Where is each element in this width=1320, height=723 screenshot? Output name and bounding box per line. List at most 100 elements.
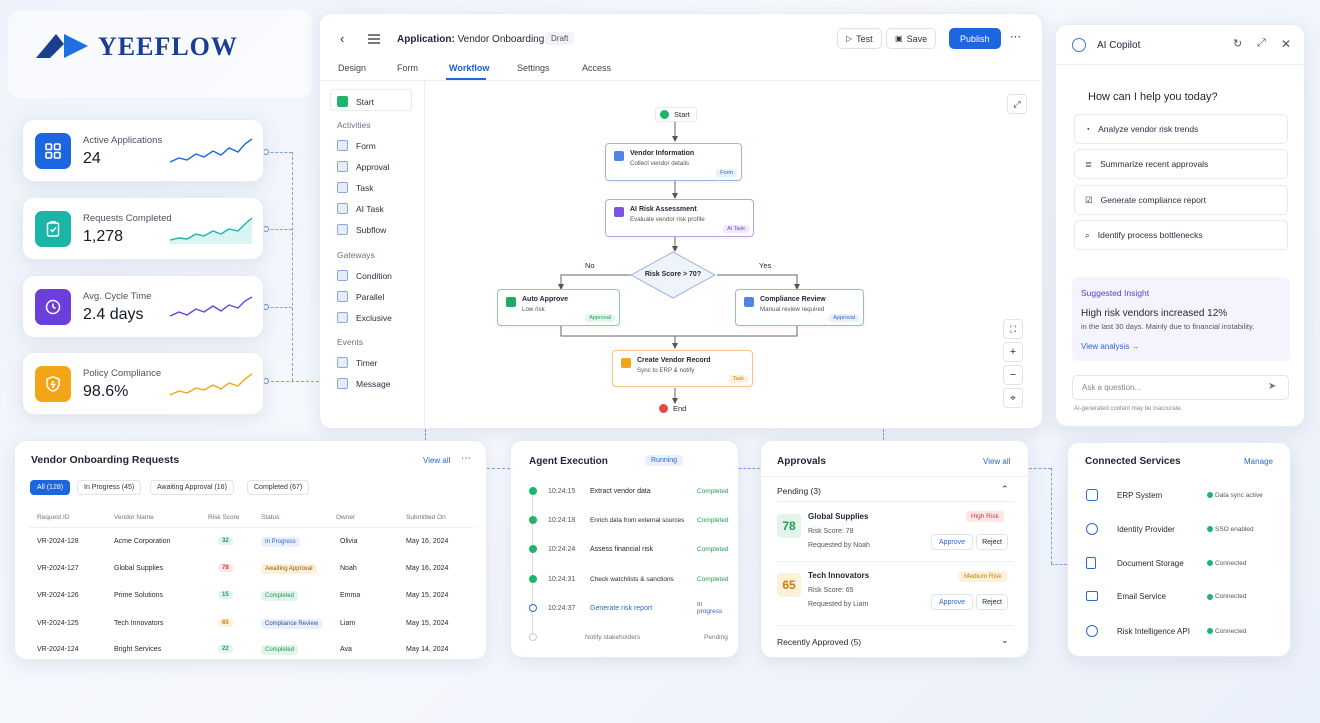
palette-item-task[interactable]: Task xyxy=(337,182,373,193)
flow-node-auto-approve[interactable]: Auto Approve Low risk Approval xyxy=(497,289,620,326)
status-badge: Awaiting Approval xyxy=(261,564,317,574)
kpi-requests-completed[interactable]: Requests Completed 1,278 xyxy=(22,197,264,260)
palette-label: Start xyxy=(356,96,374,107)
approval-name: Global Supplies xyxy=(808,512,869,521)
service-document-storage[interactable]: Document Storage Connected xyxy=(1086,557,1246,569)
approval-requester: Requested by Noah xyxy=(808,542,870,549)
service-email[interactable]: Email Service Connected xyxy=(1086,591,1246,601)
refresh-icon[interactable]: ↻ xyxy=(1233,37,1242,50)
suggestion-compliance-report[interactable]: ☑ Generate compliance report xyxy=(1074,185,1288,215)
more-icon[interactable]: ⋯ xyxy=(1010,30,1021,43)
globe-icon xyxy=(1086,625,1098,637)
kpi-active-applications[interactable]: Active Applications 24 xyxy=(22,119,264,182)
status-dot xyxy=(1207,492,1213,498)
save-button[interactable]: ▣ Save xyxy=(886,28,937,49)
service-status: Connected xyxy=(1215,559,1247,567)
play-icon xyxy=(337,96,348,107)
reject-button[interactable]: Reject xyxy=(976,594,1008,610)
more-icon[interactable]: ⋯ xyxy=(461,453,471,464)
back-arrow-icon[interactable]: ‹ xyxy=(340,31,344,46)
tab-form[interactable]: Form xyxy=(397,63,418,73)
palette-section-gateways: Gateways xyxy=(337,250,375,260)
flow-node-vendor-information[interactable]: Vendor Information Collect vendor detail… xyxy=(605,143,742,181)
service-risk-intelligence-api[interactable]: Risk Intelligence API Connected xyxy=(1086,625,1246,637)
flow-node-compliance-review[interactable]: Compliance Review Manual review required… xyxy=(735,289,864,326)
filter-all[interactable]: All (128) xyxy=(30,480,71,495)
kpi-policy-compliance[interactable]: Policy Compliance 98.6% xyxy=(22,352,264,415)
chevron-up-icon[interactable]: ⌃ xyxy=(1001,484,1009,495)
branch-no-label: No xyxy=(585,261,595,270)
decision-label: Risk Score > 70? xyxy=(644,271,702,278)
filter-awaiting-approval[interactable]: Awaiting Approval (16) xyxy=(150,480,234,495)
cell-request-id: VR-2024-128 xyxy=(37,538,79,545)
palette-item-form[interactable]: Form xyxy=(337,140,376,151)
reject-button[interactable]: Reject xyxy=(976,534,1008,550)
condition-icon xyxy=(337,270,348,281)
palette-item-message[interactable]: Message xyxy=(337,378,391,389)
ask-question-input[interactable]: Ask a question... xyxy=(1082,383,1141,392)
risk-score-badge: 32 xyxy=(218,537,233,545)
approvals-card: Approvals View all Pending (3) ⌃ 78 Glob… xyxy=(760,440,1030,658)
test-button[interactable]: ▷ Test xyxy=(837,28,882,49)
expand-icon[interactable]: ⤢ xyxy=(1257,37,1266,50)
kpi-avg-cycle-time[interactable]: Avg. Cycle Time 2.4 days xyxy=(22,275,264,338)
service-identity-provider[interactable]: Identity Provider SSO enabled xyxy=(1086,523,1254,535)
suggestion-summarize-approvals[interactable]: ≣ Summarize recent approvals xyxy=(1074,149,1288,179)
palette-item-start[interactable]: Start xyxy=(337,96,374,107)
center-view-icon[interactable]: ⌖ xyxy=(1003,388,1023,408)
tab-settings[interactable]: Settings xyxy=(517,63,550,73)
zoom-out-icon[interactable]: − xyxy=(1003,365,1023,385)
tab-access[interactable]: Access xyxy=(582,63,611,73)
approve-button[interactable]: Approve xyxy=(931,534,973,550)
save-icon: ▣ xyxy=(895,34,903,43)
approve-button[interactable]: Approve xyxy=(931,594,973,610)
agent-step: 10:24:18 Enrich data from external source… xyxy=(529,516,728,524)
palette-item-ai-task[interactable]: AI Task xyxy=(337,203,384,214)
status-dot xyxy=(1207,628,1213,634)
palette-section-activities: Activities xyxy=(337,120,371,130)
fit-view-icon[interactable]: ⛶ xyxy=(1003,319,1023,339)
flow-decision-node[interactable]: Risk Score > 70? xyxy=(630,251,716,299)
chevron-down-icon[interactable]: ⌄ xyxy=(1001,635,1009,646)
flow-node-ai-risk-assessment[interactable]: AI Risk Assessment Evaluate vendor risk … xyxy=(605,199,754,237)
tab-design[interactable]: Design xyxy=(338,63,366,73)
view-all-link[interactable]: View all xyxy=(423,456,450,465)
view-analysis-link[interactable]: View analysis → xyxy=(1081,342,1140,351)
ai-task-icon xyxy=(337,203,348,214)
zoom-in-icon[interactable]: + xyxy=(1003,342,1023,362)
view-all-link[interactable]: View all xyxy=(983,457,1010,466)
copilot-title: AI Copilot xyxy=(1097,40,1141,51)
suggestion-analyze-risk[interactable]: ◔ Analyze vendor risk trends xyxy=(1074,114,1288,144)
item-divider xyxy=(777,561,1014,562)
flow-start-node[interactable]: Start xyxy=(655,107,697,122)
risk-score-badge: 65 xyxy=(218,619,233,627)
step-task: Check watchlists & sanctions xyxy=(590,575,674,583)
tab-workflow[interactable]: Workflow xyxy=(449,63,489,73)
filter-completed[interactable]: Completed (67) xyxy=(247,480,310,495)
palette-item-exclusive[interactable]: Exclusive xyxy=(337,312,392,323)
menu-icon[interactable] xyxy=(368,34,380,44)
publish-button[interactable]: Publish xyxy=(949,28,1001,49)
palette-item-approval[interactable]: Approval xyxy=(337,161,390,172)
flow-node-create-vendor-record[interactable]: Create Vendor Record Sync to ERP & notif… xyxy=(612,350,753,387)
pending-label[interactable]: Pending (3) xyxy=(777,486,821,496)
send-icon[interactable]: ➤ xyxy=(1268,381,1276,392)
palette-label: Condition xyxy=(356,270,392,281)
close-icon[interactable]: ✕ xyxy=(1281,37,1291,51)
palette-label: Approval xyxy=(356,161,390,172)
filter-in-progress[interactable]: In Progress (45) xyxy=(77,480,142,495)
palette-item-parallel[interactable]: Parallel xyxy=(337,291,384,302)
palette-label: Message xyxy=(356,378,391,389)
recently-approved-label[interactable]: Recently Approved (5) xyxy=(777,637,861,647)
flow-end-node[interactable]: End xyxy=(659,404,686,413)
fullscreen-icon[interactable]: ⤢ xyxy=(1007,94,1027,114)
palette-item-timer[interactable]: Timer xyxy=(337,357,377,368)
step-state: Completed xyxy=(697,545,729,553)
service-erp-system[interactable]: ERP System Data sync active xyxy=(1086,489,1263,501)
agent-step: 10:24:31 Check watchlists & sanctions Comp… xyxy=(529,575,728,583)
palette-item-condition[interactable]: Condition xyxy=(337,270,392,281)
palette-item-subflow[interactable]: Subflow xyxy=(337,224,386,235)
manage-link[interactable]: Manage xyxy=(1244,457,1273,466)
suggestion-bottlenecks[interactable]: ⌕ Identify process bottlenecks xyxy=(1074,220,1288,250)
col-status: Status xyxy=(261,514,280,521)
